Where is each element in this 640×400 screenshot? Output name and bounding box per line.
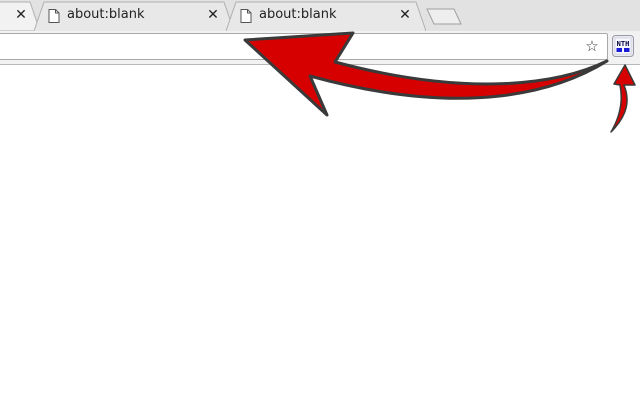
tab-strip: ✕ about:blank ✕ about:blank ✕ (0, 0, 640, 32)
tab-close-button[interactable]: ✕ (13, 7, 29, 23)
page-content (0, 65, 640, 400)
address-input[interactable] (7, 36, 567, 57)
svg-text:NTH: NTH (617, 40, 630, 48)
tab-title: about:blank (67, 7, 145, 22)
NTH-extension-icon[interactable]: NTH (612, 35, 634, 57)
tab-title: about:blank (259, 7, 337, 22)
tab-about-blank-1[interactable]: about:blank ✕ (34, 1, 234, 31)
tab-about-blank-2[interactable]: about:blank ✕ (226, 1, 426, 31)
page-icon (240, 9, 252, 23)
tab-close-button[interactable]: ✕ (205, 7, 221, 23)
page-icon (48, 9, 60, 23)
toolbar: ☆ NTH (0, 31, 640, 65)
browser-window: ✕ about:blank ✕ about:blank ✕ ☆ NTH (0, 0, 640, 400)
tab-close-button[interactable]: ✕ (397, 7, 413, 23)
omnibox[interactable]: ☆ (0, 33, 608, 60)
star-icon[interactable]: ☆ (583, 37, 601, 55)
new-tab-icon[interactable] (426, 8, 462, 25)
